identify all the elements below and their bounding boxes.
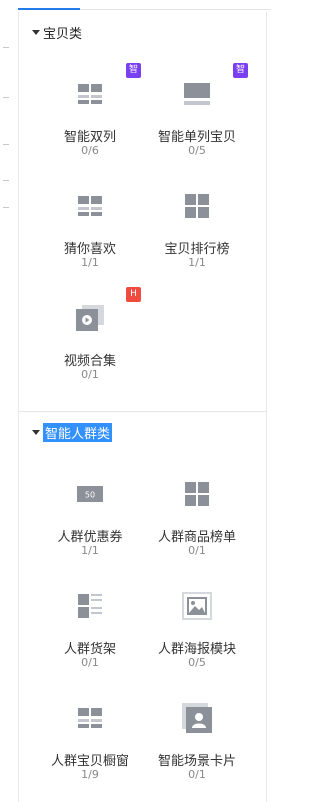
grid-icon — [185, 194, 209, 218]
component-name: 智能场景卡片 — [157, 754, 236, 769]
section-header-smart-crowd[interactable]: 智能人群类 — [32, 422, 113, 442]
component-smart-single-column[interactable]: 智 智能单列宝贝 0/5 — [137, 63, 257, 174]
gutter-tick — [3, 144, 9, 145]
component-name: 人群海报模块 — [157, 642, 236, 657]
component-count: 1/1 — [81, 256, 99, 269]
component-count: 0/1 — [81, 656, 99, 669]
active-tab-indicator — [18, 8, 80, 10]
component-crowd-showcase[interactable]: 人群宝贝橱窗 1/9 — [30, 698, 150, 798]
component-name: 人群货架 — [63, 642, 116, 657]
component-guess-you-like[interactable]: 猜你喜欢 1/1 — [30, 186, 150, 286]
component-product-ranking[interactable]: 宝贝排行榜 1/1 — [137, 186, 257, 286]
component-count: 0/1 — [188, 768, 206, 781]
component-count: 1/1 — [188, 256, 206, 269]
shelf-icon — [78, 594, 102, 618]
left-gutter — [0, 12, 18, 802]
component-crowd-coupon[interactable]: 50 人群优惠券 1/1 — [30, 474, 150, 574]
gutter-tick — [3, 47, 9, 48]
component-video-collection[interactable]: H 视频合集 0/1 — [30, 287, 150, 398]
component-smart-double-column[interactable]: 智 智能双列 0/6 — [30, 63, 150, 174]
two-column-icon — [78, 708, 102, 728]
component-smart-scene-card[interactable]: 智能场景卡片 0/1 — [137, 698, 257, 798]
panel-right-border — [266, 12, 267, 802]
component-crowd-shelf[interactable]: 人群货架 0/1 — [30, 586, 150, 686]
smart-badge: 智 — [233, 63, 248, 78]
scene-card-icon — [182, 703, 212, 733]
poster-icon — [182, 592, 212, 620]
component-name: 猜你喜欢 — [63, 242, 116, 257]
two-column-icon — [78, 196, 102, 216]
component-count: 0/6 — [81, 144, 99, 157]
hot-badge: H — [126, 287, 141, 302]
top-tab-bar — [0, 0, 271, 12]
component-name: 智能单列宝贝 — [157, 130, 236, 145]
caret-down-icon — [32, 430, 40, 435]
component-name: 宝贝排行榜 — [164, 242, 230, 257]
component-name: 人群优惠券 — [57, 530, 123, 545]
section-divider — [19, 411, 266, 412]
coupon-value: 50 — [85, 491, 95, 500]
component-name: 人群商品榜单 — [157, 530, 236, 545]
section-title: 智能人群类 — [43, 422, 113, 442]
section-title: 宝贝类 — [43, 26, 83, 42]
component-crowd-product-list[interactable]: 人群商品榜单 0/1 — [137, 474, 257, 574]
coupon-icon: 50 — [77, 486, 103, 502]
two-column-icon — [78, 84, 102, 104]
caret-down-icon — [32, 30, 40, 35]
grid-icon — [185, 482, 209, 506]
single-column-icon — [184, 83, 210, 105]
component-count: 0/5 — [188, 144, 206, 157]
component-count: 1/9 — [81, 768, 99, 781]
component-crowd-poster[interactable]: 人群海报模块 0/5 — [137, 586, 257, 686]
component-count: 1/1 — [81, 544, 99, 557]
section-header-baobei[interactable]: 宝贝类 — [32, 23, 83, 42]
video-icon — [76, 305, 104, 331]
component-name: 智能双列 — [63, 130, 116, 145]
gutter-tick — [3, 180, 9, 181]
component-count: 0/5 — [188, 656, 206, 669]
gutter-tick — [3, 97, 9, 98]
gutter-tick — [3, 207, 9, 208]
component-count: 0/1 — [81, 368, 99, 381]
component-count: 0/1 — [188, 544, 206, 557]
tab-bar-divider — [80, 9, 271, 10]
component-name: 人群宝贝橱窗 — [50, 754, 129, 769]
panel-left-border — [18, 12, 19, 802]
component-name: 视频合集 — [63, 354, 116, 369]
